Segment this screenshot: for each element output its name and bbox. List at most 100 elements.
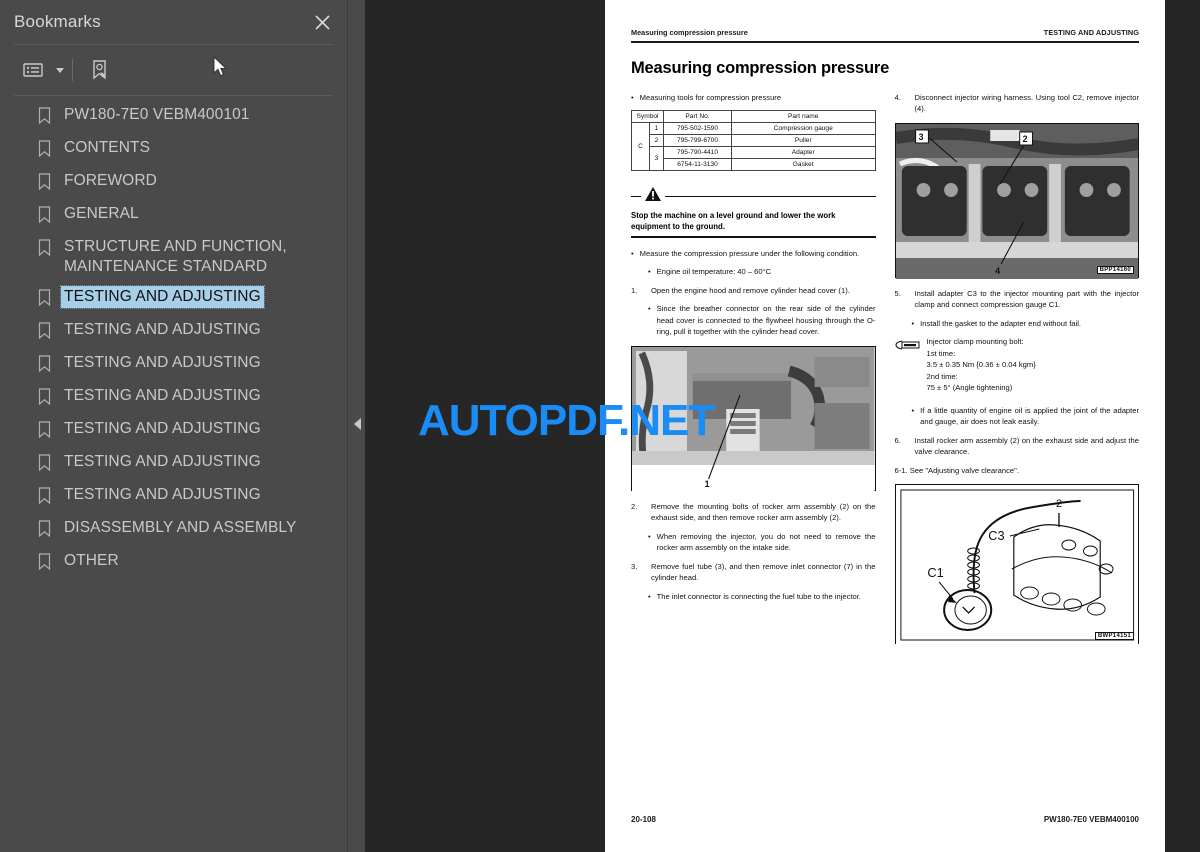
td-no: 3 — [649, 146, 664, 172]
list-options-icon[interactable] — [14, 54, 52, 86]
body-text: Install the gasket to the adapter end wi… — [920, 318, 1082, 328]
bookmark-icon — [38, 107, 51, 129]
bookmark-label: TESTING AND ADJUSTING — [64, 420, 261, 437]
bullet-mark: • — [648, 531, 651, 541]
divider — [14, 95, 333, 96]
body-text: If a little quantity of engine oil is ap… — [920, 405, 1139, 427]
body-block: 5. Install adapter C3 to the injector mo… — [895, 288, 1140, 311]
bookmark-item[interactable]: TESTING AND ADJUSTING — [0, 348, 347, 381]
figure-code: BWP14151 — [1094, 632, 1134, 641]
bookmark-label: CONTENTS — [64, 139, 151, 156]
svg-text:4: 4 — [995, 266, 1000, 276]
running-head-right: TESTING AND ADJUSTING — [1043, 28, 1139, 37]
bookmark-item[interactable]: PW180-7E0 VEBM400101 — [0, 100, 347, 133]
th-symbol: Symbol — [631, 110, 664, 124]
close-icon[interactable] — [311, 11, 333, 33]
bookmark-item[interactable]: TESTING AND ADJUSTING — [0, 447, 347, 480]
bookmarks-toolbar — [0, 45, 347, 95]
bookmark-item[interactable]: FOREWORD — [0, 166, 347, 199]
body-block: • The inlet connector is connecting the … — [631, 591, 876, 603]
bookmark-item[interactable]: TESTING AND ADJUSTING — [0, 480, 347, 513]
torque-line-4: 75 ± 5° (Angle tightening) — [926, 383, 1013, 393]
bookmark-icon — [38, 173, 51, 195]
td-part-no: 795-790-4410 — [663, 146, 732, 160]
td-no: 1 — [649, 122, 664, 136]
bookmark-item[interactable]: TESTING AND ADJUSTING — [0, 282, 347, 315]
td-part-name: Gasket — [731, 158, 876, 172]
page-title: Measuring compression pressure — [631, 58, 890, 77]
bookmark-item[interactable]: TESTING AND ADJUSTING — [0, 315, 347, 348]
body-text: Disconnect injector wiring harness. Usin… — [914, 92, 1140, 114]
td-no: 2 — [649, 134, 664, 148]
body-block: • When removing the injector, you do not… — [631, 531, 876, 554]
table-row: C 1 795-502-1590 Compression gauge — [631, 122, 876, 172]
td-part-name: Compression gauge — [731, 122, 876, 136]
right-blocks-2: 5. Install adapter C3 to the injector mo… — [895, 288, 1140, 330]
bookmark-label: OTHER — [64, 552, 119, 569]
td-part-name: Adapter — [731, 146, 876, 160]
bookmark-item[interactable]: GENERAL — [0, 199, 347, 232]
bookmark-item[interactable]: CONTENTS — [0, 133, 347, 166]
svg-text:3: 3 — [918, 132, 923, 142]
td-part-no: 6754-11-3130 — [663, 158, 732, 172]
document-viewer[interactable]: Measuring compression pressure TESTING A… — [365, 0, 1200, 852]
body-text: Since the breather connector on the rear… — [656, 304, 876, 337]
body-block: • Install the gasket to the adapter end … — [895, 318, 1140, 330]
bookmark-icon — [38, 289, 51, 311]
bullet-mark: • — [911, 318, 915, 328]
running-head-left: Measuring compression pressure — [631, 28, 748, 37]
body-text: When removing the injector, you do not n… — [656, 531, 876, 553]
svg-text:1: 1 — [705, 479, 710, 489]
warning-text: Stop the machine on a level ground and l… — [631, 211, 836, 232]
body-text: Remove the mounting bolts of rocker arm … — [651, 501, 876, 523]
bookmarks-list: PW180-7E0 VEBM400101 CONTENTS FOREWORD GENE… — [0, 100, 347, 579]
left-blocks-2: 2. Remove the mounting bolts of rocker a… — [631, 501, 876, 603]
toolbar-separator — [72, 59, 73, 81]
torque-line-2: 3.5 ± 0.35 Nm {0.36 ± 0.04 kgm} — [926, 360, 1036, 370]
bookmark-label: TESTING AND ADJUSTING — [64, 387, 261, 404]
body-text: The inlet connector is connecting the fu… — [656, 591, 861, 601]
bookmark-item[interactable]: TESTING AND ADJUSTING — [0, 381, 347, 414]
mouse-cursor — [213, 55, 229, 83]
cylinder-head-photo: 3 2 4 BPP14160 — [894, 122, 1140, 279]
body-block: 1. Open the engine hood and remove cylin… — [631, 285, 876, 297]
collapse-panel-icon[interactable] — [350, 413, 364, 435]
diagram-label-2: 2 — [1056, 498, 1062, 510]
page-running-head: Measuring compression pressure TESTING A… — [631, 28, 1139, 37]
chevron-down-icon[interactable] — [56, 67, 64, 73]
bullet-mark: • — [631, 248, 634, 258]
bullet-mark: • — [911, 405, 915, 415]
step-number: 5. — [894, 288, 901, 298]
bookmark-item[interactable]: TESTING AND ADJUSTING — [0, 414, 347, 447]
bookmark-item[interactable]: STRUCTURE AND FUNCTION, MAINTENANCE STAN… — [0, 232, 347, 282]
table-row: 6754-11-3130 Gasket — [632, 158, 876, 172]
step-number: 2. — [631, 501, 638, 511]
step-number: 4. — [894, 92, 901, 102]
warning-triangle-icon — [645, 187, 661, 206]
figure-code: BPP14160 — [1096, 265, 1134, 274]
body-block: • Engine oil temperature: 40 – 60°C — [631, 266, 876, 278]
bookmarks-panel: Bookmarks PW180-7E0 VEBM400101 CONTENTS … — [0, 0, 348, 852]
th-part-name: Part name — [731, 110, 876, 124]
body-text: Engine oil temperature: 40 – 60°C — [656, 267, 772, 277]
bookmark-icon — [38, 388, 51, 410]
pdf-viewer-window: Bookmarks PW180-7E0 VEBM400101 CONTENTS … — [0, 0, 1200, 852]
tools-heading: Measuring tools for compression pressure — [639, 92, 782, 102]
bookmark-icon — [38, 322, 51, 344]
bookmark-item[interactable]: OTHER — [0, 546, 347, 579]
page-footer: 20-108 PW180-7E0 VEBM400100 — [631, 815, 1139, 824]
bookmark-label: FOREWORD — [64, 172, 157, 189]
diagram-label-c3: C3 — [988, 528, 1004, 543]
body-text: Open the engine hood and remove cylinder… — [651, 285, 850, 295]
bookmark-label: STRUCTURE AND FUNCTION, MAINTENANCE STAN… — [64, 238, 287, 275]
torque-line-3: 2nd time: — [926, 371, 958, 381]
new-bookmark-icon[interactable] — [81, 54, 119, 86]
bookmark-item[interactable]: DISASSEMBLY AND ASSEMBLY — [0, 513, 347, 546]
bookmark-icon — [38, 520, 51, 542]
bullet-mark: • — [648, 591, 651, 601]
left-column: • Measuring tools for compression pressu… — [631, 92, 876, 655]
compression-gauge-diagram: 2 C3 C1 BWP14151 — [894, 484, 1139, 646]
body-text: Install rocker arm assembly (2) on the e… — [914, 435, 1140, 457]
tools-table-body: C 1 795-502-1590 Compression gauge 2 795… — [631, 122, 876, 172]
bookmark-label: TESTING AND ADJUSTING — [60, 285, 265, 309]
